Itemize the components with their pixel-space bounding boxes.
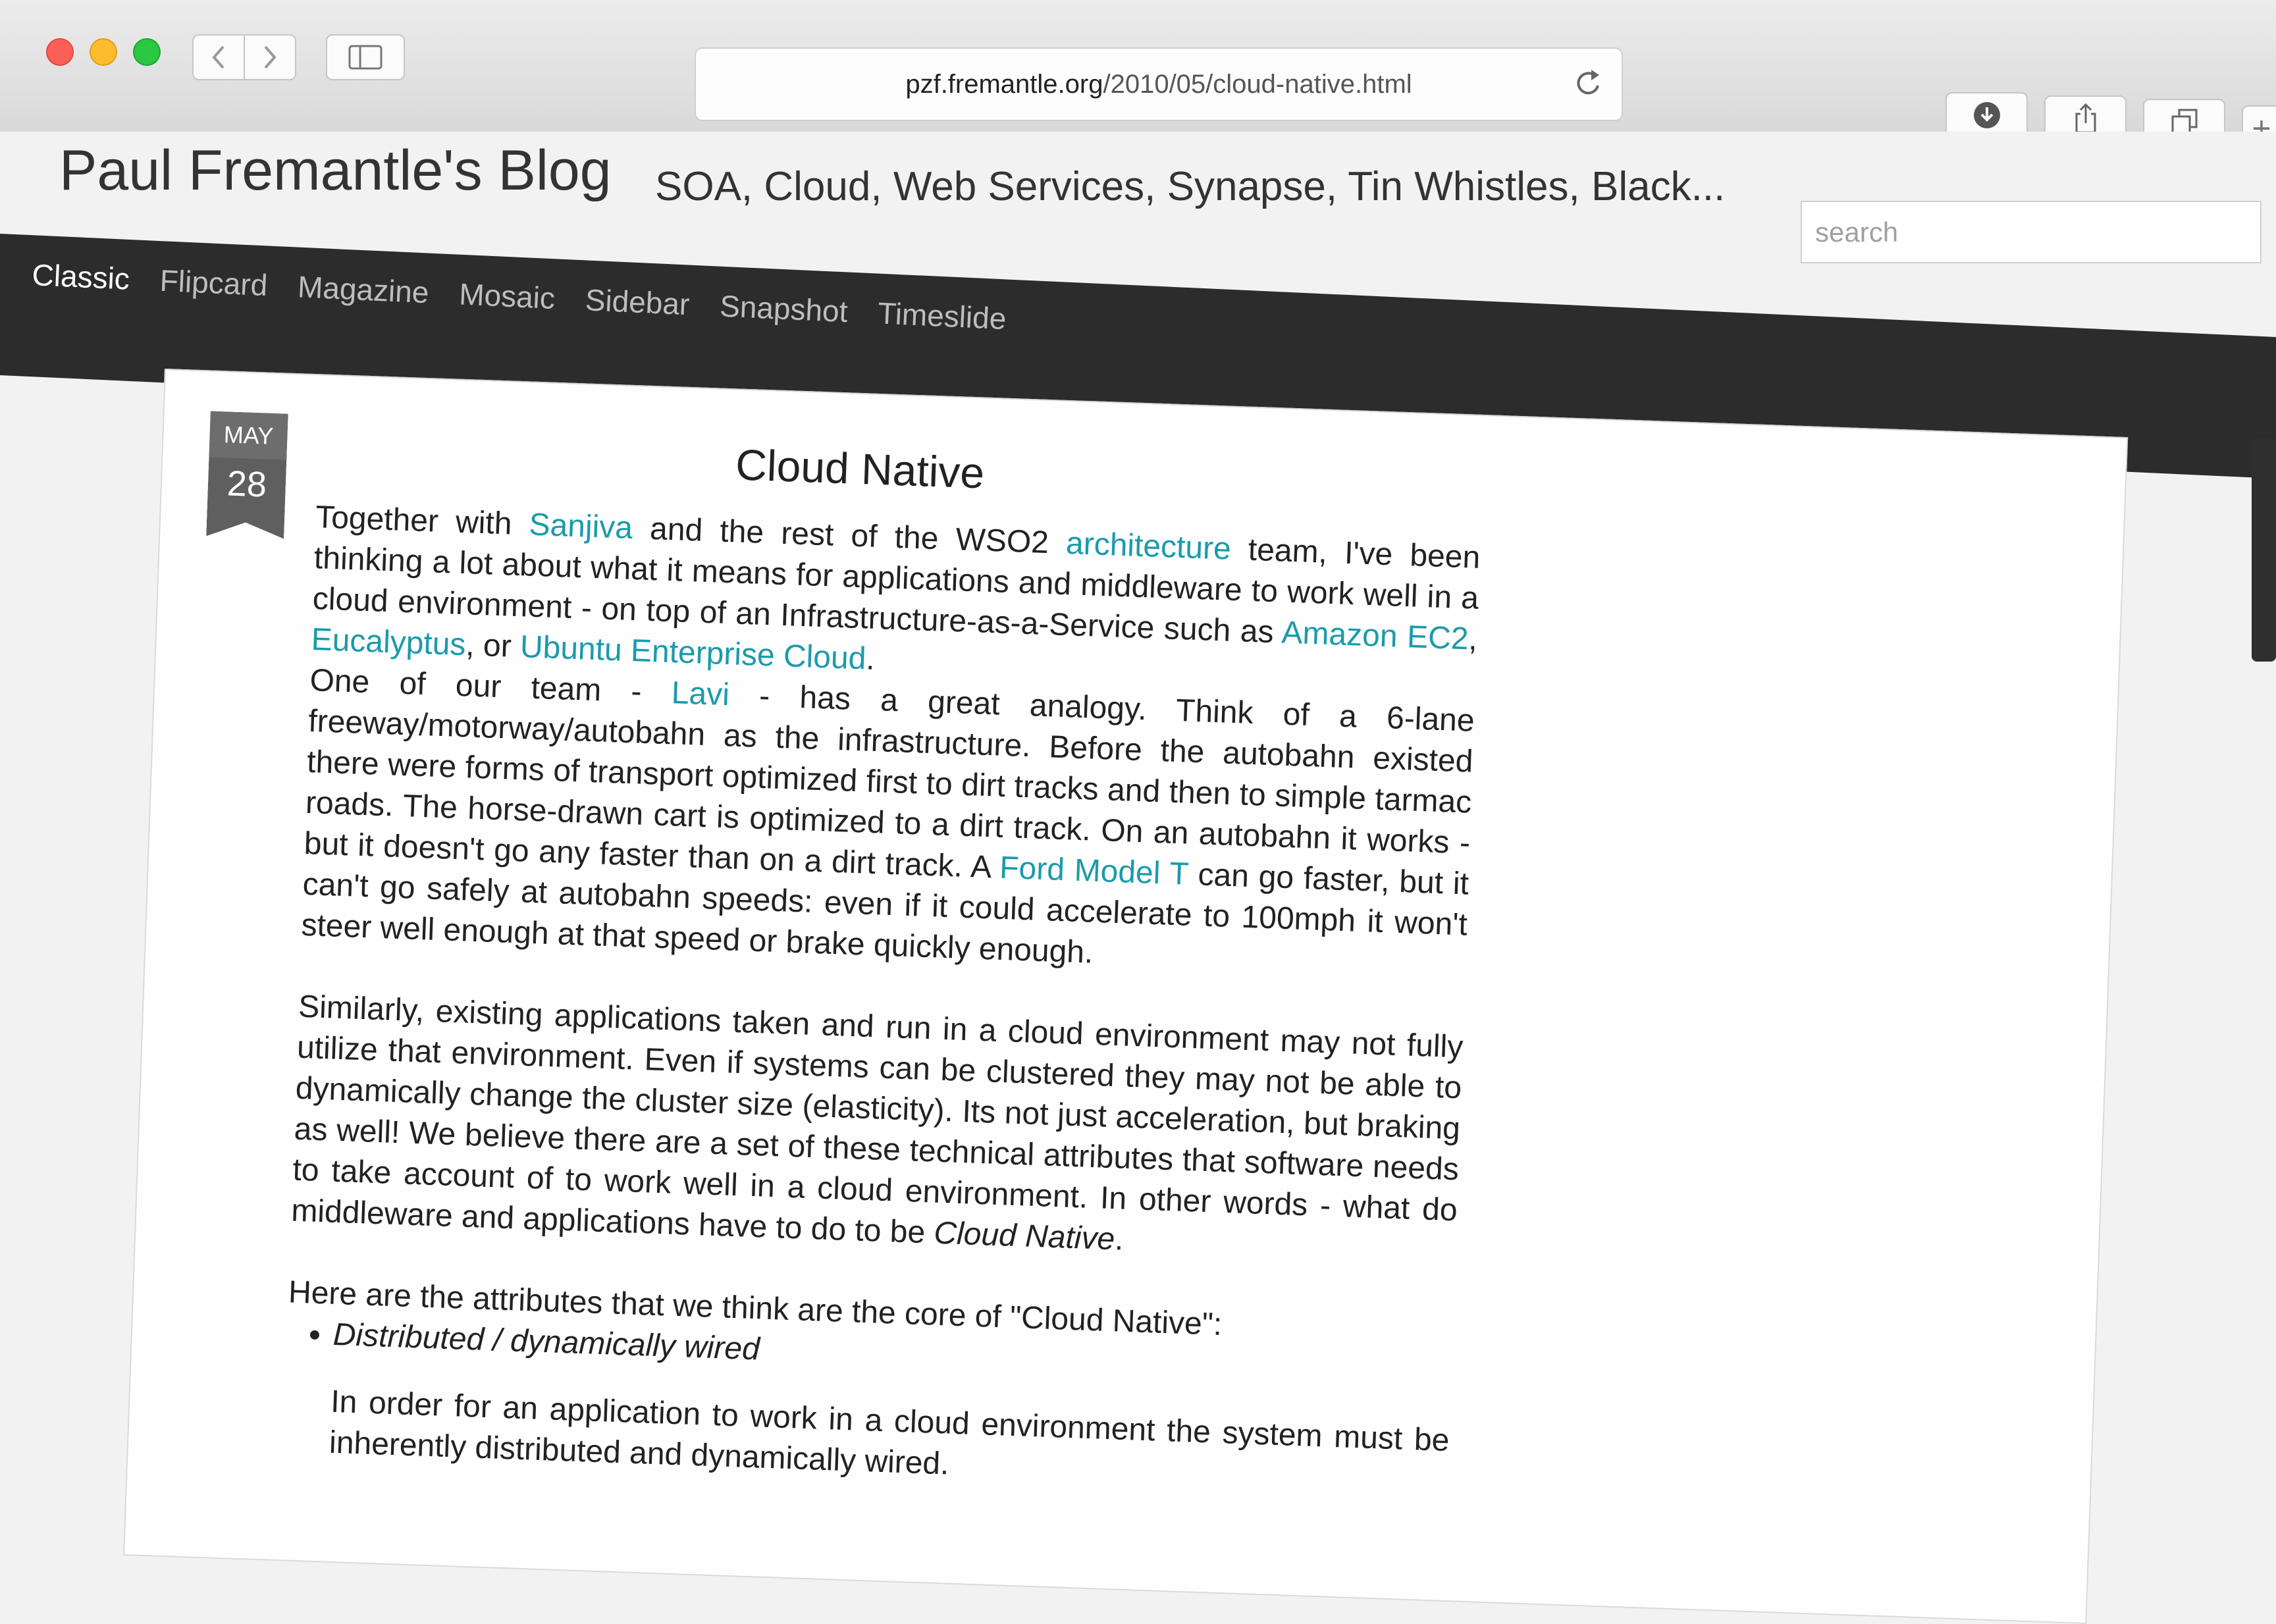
paragraph-distributed: In order for an application to work in a… — [329, 1384, 1450, 1482]
text: - has a great analogy. Think of a 6-lane… — [304, 677, 1475, 885]
sidebar-toggle-button[interactable] — [326, 34, 405, 80]
text: , or — [465, 627, 521, 665]
text: , — [1468, 621, 1478, 657]
url-domain: pzf.fremantle.org — [905, 69, 1103, 99]
date-day: 28 — [226, 463, 268, 505]
tab-timeslide[interactable]: Timeslide — [877, 295, 1007, 336]
close-window-button[interactable] — [46, 38, 74, 66]
chevron-left-icon — [212, 45, 225, 69]
tab-snapshot[interactable]: Snapshot — [719, 288, 849, 329]
tab-magazine[interactable]: Magazine — [297, 269, 430, 310]
link-amazon-ec2[interactable]: Amazon EC2 — [1281, 615, 1469, 656]
zoom-window-button[interactable] — [133, 38, 161, 66]
text: Similarly, existing applications taken a… — [290, 989, 1464, 1251]
link-lavi[interactable]: Lavi — [671, 675, 730, 712]
link-eucalyptus[interactable]: Eucalyptus — [311, 622, 467, 662]
link-sanjiva[interactable]: Sanjiva — [529, 507, 633, 545]
reload-icon[interactable] — [1573, 67, 1603, 100]
minimize-window-button[interactable] — [90, 38, 117, 66]
download-icon — [1973, 102, 2000, 128]
text: . — [1114, 1222, 1125, 1257]
post-card: MAY 28 Cloud Native Together with Sanjiv… — [123, 369, 2129, 1624]
tab-sidebar[interactable]: Sidebar — [585, 282, 691, 322]
tab-flipcard[interactable]: Flipcard — [159, 263, 269, 303]
back-button[interactable] — [192, 34, 245, 80]
address-bar[interactable]: pzf.fremantle.org/2010/05/cloud-native.h… — [695, 47, 1623, 121]
emphasis-cloud-native: Cloud Native — [933, 1215, 1116, 1257]
post-body: Together with Sanjiva and the rest of th… — [281, 497, 1481, 1543]
sidebar-icon — [348, 45, 383, 70]
text: Together with — [315, 500, 530, 542]
search-input[interactable] — [1801, 201, 2262, 263]
date-badge: MAY 28 — [206, 411, 288, 538]
post-title[interactable]: Cloud Native — [735, 439, 985, 498]
text: . — [865, 641, 876, 677]
chevron-right-icon — [264, 45, 277, 69]
blog-tagline: SOA, Cloud, Web Services, Synapse, Tin W… — [655, 164, 1726, 209]
date-month: MAY — [209, 411, 288, 459]
link-architecture[interactable]: architecture — [1065, 526, 1231, 567]
page-scrollbar[interactable] — [2252, 438, 2276, 662]
forward-button[interactable] — [244, 34, 296, 80]
url-path: /2010/05/cloud-native.html — [1103, 69, 1412, 99]
browser-toolbar: pzf.fremantle.org/2010/05/cloud-native.h… — [0, 0, 2276, 151]
share-icon — [2075, 103, 2096, 134]
tab-classic[interactable]: Classic — [32, 257, 131, 297]
link-ford-model-t[interactable]: Ford Model T — [999, 851, 1188, 892]
blog-title[interactable]: Paul Fremantle's Blog — [59, 138, 612, 203]
tab-mosaic[interactable]: Mosaic — [458, 276, 556, 316]
paragraph-similarly: Similarly, existing applications taken a… — [290, 987, 1464, 1272]
paragraph-analogy: One of our team - Lavi - has a great ana… — [301, 660, 1475, 987]
